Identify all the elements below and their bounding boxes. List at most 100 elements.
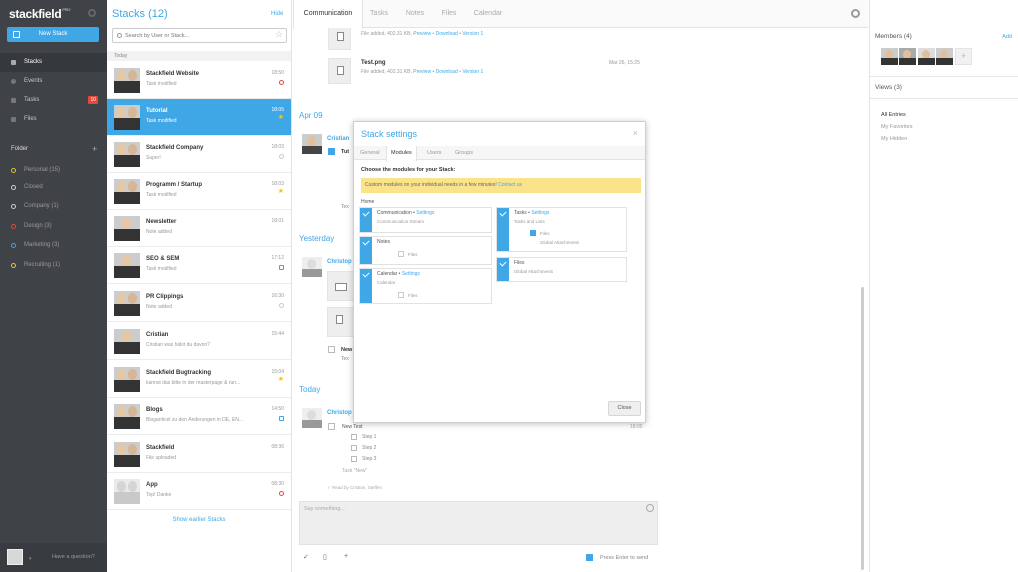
stack-row[interactable]: Stackfield Bugtracking kannst das bitte … — [107, 361, 291, 398]
favorite-filter-star-icon[interactable]: ☆ — [275, 29, 283, 40]
tab-users[interactable]: Users — [423, 146, 445, 160]
author-name[interactable]: Cristian — [327, 136, 349, 142]
module-settings-link[interactable]: Settings — [402, 271, 420, 277]
member-avatar[interactable] — [918, 48, 935, 65]
favorite-star-icon[interactable]: ★ — [278, 187, 284, 195]
module-tasks[interactable]: Tasks • Settings Tasks and Lists Files G… — [496, 207, 627, 252]
close-button[interactable]: Close — [608, 401, 641, 416]
module-enabled-checkbox[interactable] — [497, 258, 509, 281]
stack-row[interactable]: Blogs Bloganticel zu den Änderungen in D… — [107, 398, 291, 435]
view-my-hidden[interactable]: My Hidden — [881, 136, 907, 142]
user-avatar[interactable] — [7, 549, 23, 565]
folder-item[interactable]: Marketing (3) — [11, 242, 59, 248]
stack-row[interactable]: SEO & SEM Task modified 17:12 — [107, 247, 291, 284]
module-enabled-checkbox[interactable] — [360, 269, 372, 303]
add-plus-icon[interactable]: + — [344, 553, 348, 560]
stack-row[interactable]: App Top! Danke 08:30 — [107, 473, 291, 510]
task-checkbox[interactable] — [328, 423, 335, 430]
module-enabled-checkbox[interactable] — [360, 237, 372, 264]
tab-communication[interactable]: Communication — [293, 0, 363, 29]
settings-gear-icon[interactable] — [88, 9, 96, 17]
stack-row[interactable]: Cristian Cristian was hälst du davon? 15… — [107, 323, 291, 360]
tab-calendar[interactable]: Calendar — [467, 0, 509, 28]
module-settings-link[interactable]: Settings — [416, 210, 434, 216]
preview-link[interactable]: Preview — [413, 31, 431, 37]
hide-button[interactable]: Hide — [271, 11, 283, 17]
help-link[interactable]: Have a question? — [52, 554, 95, 560]
download-link[interactable]: Download — [436, 69, 458, 75]
file-thumbnail-icon[interactable] — [328, 58, 351, 84]
step-checkbox[interactable] — [351, 445, 357, 451]
stack-row-selected[interactable]: Tutorial Task modified 18:05 ★ — [107, 99, 291, 136]
step-checkbox[interactable] — [351, 434, 357, 440]
favorite-star-icon[interactable]: ★ — [278, 113, 284, 121]
favorite-star-icon[interactable]: ★ — [278, 375, 284, 383]
module-files[interactable]: Files Global Attachments — [496, 257, 627, 282]
stack-row[interactable]: Stackfield Company Super! 18:03 — [107, 136, 291, 173]
author-name[interactable]: Christop — [327, 259, 352, 265]
step-checkbox[interactable] — [351, 456, 357, 462]
module-settings-link[interactable]: Settings — [531, 210, 549, 216]
preview-link[interactable]: Preview — [413, 69, 431, 75]
stack-settings-gear-icon[interactable] — [851, 9, 860, 18]
submodule-checkbox[interactable] — [530, 230, 536, 236]
add-member-plus-icon[interactable]: + — [955, 48, 972, 65]
add-member-button[interactable]: Add — [1002, 34, 1012, 40]
stack-search-input[interactable] — [125, 31, 275, 41]
folder-item[interactable]: Company (1) — [11, 203, 59, 209]
sidebar-item-tasks[interactable]: Tasks 10 — [0, 91, 107, 110]
tab-groups[interactable]: Groups — [451, 146, 477, 160]
task-check-icon[interactable]: ✓ — [303, 553, 309, 561]
app-logo[interactable]: stackfieldPRO — [9, 7, 70, 21]
stack-row[interactable]: Stackfield File uploaded 08:36 — [107, 436, 291, 473]
module-enabled-checkbox[interactable] — [497, 208, 509, 251]
download-link[interactable]: Download — [436, 31, 458, 37]
task-checkbox[interactable] — [328, 346, 335, 353]
member-avatar[interactable] — [899, 48, 916, 65]
file-thumbnail-icon[interactable] — [328, 28, 351, 50]
module-calendar[interactable]: Calendar • Settings Calendar Files — [359, 268, 492, 304]
new-stack-button[interactable]: New Stack — [7, 27, 99, 42]
module-communication[interactable]: Communication • Settings Communication S… — [359, 207, 492, 233]
member-avatar[interactable] — [936, 48, 953, 65]
add-folder-icon[interactable]: + — [92, 144, 97, 154]
emoji-smile-icon[interactable] — [646, 504, 654, 512]
stack-row[interactable]: PR Clippings Note added 16:30 — [107, 285, 291, 322]
show-earlier-stacks-link[interactable]: Show earlier Stacks — [107, 517, 291, 523]
module-enabled-checkbox[interactable] — [360, 208, 372, 232]
folder-item[interactable]: Design (3) — [11, 223, 52, 229]
view-all-entries[interactable]: All Entries — [881, 112, 906, 118]
tab-files[interactable]: Files — [433, 0, 465, 28]
enter-to-send-checkbox[interactable] — [586, 554, 593, 561]
submodule-checkbox[interactable] — [398, 292, 404, 298]
sidebar-item-events[interactable]: Events — [0, 72, 107, 91]
folder-item[interactable]: Recruiting (1) — [11, 262, 60, 268]
stack-row[interactable]: Newsletter Note added 18:01 — [107, 210, 291, 247]
attach-file-icon[interactable]: ▯ — [323, 553, 327, 561]
author-name[interactable]: Christop — [327, 410, 352, 416]
version-link[interactable]: Version 1 — [462, 31, 483, 37]
tab-modules[interactable]: Modules — [386, 146, 417, 161]
module-notes[interactable]: Notes Files — [359, 236, 492, 265]
sidebar-item-stacks[interactable]: Stacks — [0, 53, 107, 72]
version-link[interactable]: Version 1 — [462, 69, 483, 75]
member-avatar[interactable] — [881, 48, 898, 65]
submodule-checkbox[interactable] — [398, 251, 404, 257]
stack-row[interactable]: Stackfield Website Task modified 18:50 — [107, 62, 291, 99]
file-name[interactable]: Test.png — [361, 60, 386, 66]
folder-thumbnail-icon[interactable] — [327, 271, 355, 301]
close-x-icon[interactable]: × — [633, 128, 638, 138]
view-my-favorites[interactable]: My Favorites — [881, 124, 912, 130]
feed-scrollbar[interactable] — [861, 287, 864, 570]
stack-row[interactable]: Programm / Startup Task modified 18:03 ★ — [107, 173, 291, 210]
file-thumbnail-icon[interactable] — [327, 307, 355, 337]
tab-general[interactable]: General — [356, 146, 384, 160]
tab-notes[interactable]: Notes — [398, 0, 432, 28]
user-menu-caret-icon[interactable]: ▾ — [29, 556, 32, 562]
contact-us-link[interactable]: Contact us — [498, 182, 522, 188]
folder-item[interactable]: Personal (15) — [11, 167, 60, 173]
tab-tasks[interactable]: Tasks — [363, 0, 395, 28]
message-composer[interactable]: Say something... — [299, 501, 658, 545]
folder-item[interactable]: Closed — [11, 184, 43, 190]
sidebar-item-files[interactable]: Files — [0, 110, 107, 129]
